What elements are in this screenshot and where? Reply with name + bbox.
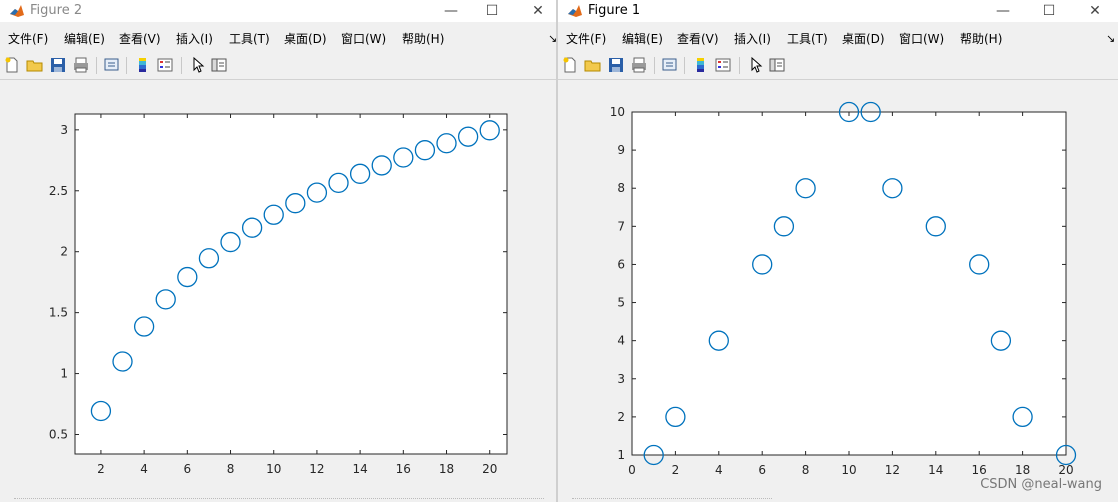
x-tick-label: 16 — [972, 463, 987, 477]
y-tick-label: 3 — [617, 372, 625, 386]
figure-2-window: Figure 2 — ☐ ✕ 文件(F) 编辑(E) 查看(V) 插入(I) 工… — [0, 0, 556, 502]
y-tick-label: 8 — [617, 181, 625, 195]
x-tick-label: 14 — [352, 462, 367, 476]
y-tick-label: 10 — [610, 105, 625, 119]
status-bar — [572, 498, 772, 502]
x-tick-label: 10 — [841, 463, 856, 477]
y-tick-label: 1 — [617, 448, 625, 462]
x-tick-label: 4 — [715, 463, 723, 477]
x-tick-label: 18 — [1015, 463, 1030, 477]
x-tick-label: 2 — [672, 463, 680, 477]
y-tick-label: 9 — [617, 143, 625, 157]
axes-box — [74, 113, 508, 455]
x-tick-label: 12 — [309, 462, 324, 476]
x-tick-label: 18 — [439, 462, 454, 476]
y-tick-label: 1.5 — [49, 306, 68, 320]
x-tick-label: 10 — [266, 462, 281, 476]
y-tick-label: 2 — [60, 245, 68, 259]
y-tick-label: 3 — [60, 123, 68, 137]
x-tick-label: 4 — [140, 462, 148, 476]
status-bar — [14, 498, 544, 502]
y-tick-label: 2 — [617, 410, 625, 424]
figure-1-plot: 0 2 4 6 8 10 12 14 16 18 2012345678910 — [610, 101, 1077, 477]
y-tick-label: 5 — [617, 296, 625, 310]
y-tick-label: 1 — [60, 367, 68, 381]
x-tick-label: 8 — [802, 463, 810, 477]
x-tick-label: 6 — [758, 463, 766, 477]
x-tick-label: 12 — [885, 463, 900, 477]
figure-1-window: Figure 1 — ☐ ✕ 文件(F) 编辑(E) 查看(V) 插入(I) 工… — [558, 0, 1118, 502]
x-tick-label: 20 — [482, 462, 497, 476]
x-tick-label: 14 — [928, 463, 943, 477]
x-tick-label: 2 — [97, 462, 105, 476]
y-tick-label: 7 — [617, 219, 625, 233]
y-tick-label: 6 — [617, 257, 625, 271]
x-tick-label: 8 — [227, 462, 235, 476]
watermark: CSDN @neal-wang — [980, 477, 1102, 492]
x-tick-label: 6 — [183, 462, 191, 476]
axes-box — [631, 111, 1067, 456]
y-tick-label: 2.5 — [49, 184, 68, 198]
y-tick-label: 4 — [617, 334, 625, 348]
x-tick-label: 0 — [628, 463, 636, 477]
figure-2-plot: 2 4 6 8 10 12 14 16 18 20 0.5 1 1.5 2 2.5 3 — [49, 113, 508, 476]
x-tick-label: 16 — [396, 462, 411, 476]
y-tick-label: 0.5 — [49, 428, 68, 442]
